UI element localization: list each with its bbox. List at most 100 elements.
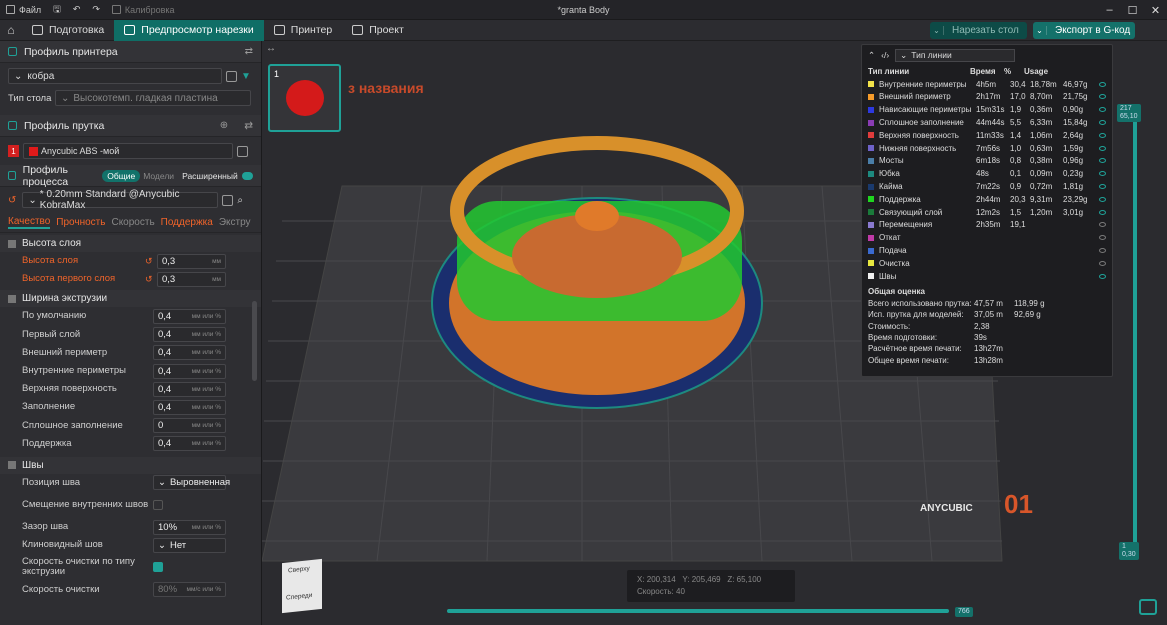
eye-icon[interactable] bbox=[1099, 222, 1106, 228]
process-preset-select[interactable]: ⌄ * 0.20mm Standard @Anycubic KobraMax bbox=[22, 189, 219, 211]
layer-slider-bottom[interactable]: 1 0,30 bbox=[1119, 542, 1139, 560]
eye-icon[interactable] bbox=[1099, 120, 1106, 126]
move-slider[interactable] bbox=[447, 609, 949, 613]
layers-icon[interactable] bbox=[1139, 599, 1157, 615]
layer-height-input[interactable]: 0,3 мм bbox=[157, 253, 226, 269]
view-cube-front[interactable]: Спереди bbox=[286, 592, 312, 602]
legend-row[interactable]: Очистка bbox=[862, 257, 1112, 270]
search-icon[interactable]: ⌕ bbox=[237, 195, 243, 206]
wipe-speed-checkbox[interactable] bbox=[153, 562, 163, 573]
subtab-extruder[interactable]: Экстру bbox=[219, 217, 251, 228]
home-icon[interactable]: ⌂ bbox=[0, 20, 22, 41]
redo-icon[interactable]: ↷ bbox=[86, 0, 106, 20]
legend-row[interactable]: Кайма 7m22s 0,9 0,72m 1,81g bbox=[862, 180, 1112, 193]
legend-row[interactable]: Юбка 48s 0,1 0,09m 0,23g bbox=[862, 167, 1112, 180]
wipe-speed-input[interactable]: 80% мм/с или % bbox=[153, 582, 226, 598]
width-infill-input[interactable]: 0,4 мм или % bbox=[153, 399, 226, 415]
eye-icon[interactable] bbox=[1099, 94, 1106, 100]
inner-seam-checkbox[interactable] bbox=[153, 500, 163, 511]
eye-icon[interactable] bbox=[1099, 209, 1106, 215]
legend-row[interactable]: Нависающие периметры 15m31s 1,9 0,36m 0,90g bbox=[862, 103, 1112, 116]
width-default-input[interactable]: 0,4 мм или % bbox=[153, 308, 226, 324]
first-layer-height-input[interactable]: 0,3 мм bbox=[157, 271, 226, 287]
legend-row[interactable]: Внутренние периметры 4h5m 30,4 18,78m 46,97g bbox=[862, 78, 1112, 91]
layer-slider-top[interactable]: 217 65,10 bbox=[1117, 104, 1141, 122]
reset-icon[interactable]: ↺ bbox=[145, 274, 153, 285]
export-gcode-button[interactable]: ⌄ Экспорт в G-код bbox=[1033, 22, 1135, 39]
width-solid-infill-input[interactable]: 0 мм или % bbox=[153, 418, 226, 434]
plate-thumbnail[interactable]: 1 bbox=[268, 64, 341, 132]
mode-models-button[interactable]: Модели bbox=[143, 171, 174, 181]
legend-row[interactable]: Внешний периметр 2h17m 17,0 8,70m 21,75g bbox=[862, 91, 1112, 104]
legend-row[interactable]: Связующий слой 12m2s 1,5 1,20m 3,01g bbox=[862, 206, 1112, 219]
save-icon[interactable]: 🖫 bbox=[47, 0, 67, 20]
eye-icon[interactable] bbox=[1099, 145, 1106, 151]
settings-icon[interactable]: ⇄ bbox=[244, 120, 253, 132]
width-support-input[interactable]: 0,4 мм или % bbox=[153, 436, 226, 452]
subtab-quality[interactable]: Качество bbox=[8, 216, 51, 229]
settings-icon[interactable]: ⇄ bbox=[245, 46, 253, 57]
collapse-sidebar-icon[interactable]: ↔ bbox=[266, 43, 276, 54]
view-cube-top[interactable]: Сверху bbox=[288, 565, 310, 574]
edit-icon[interactable] bbox=[226, 70, 237, 82]
add-filament-icon[interactable]: ⊕ bbox=[220, 120, 228, 131]
line-type-select[interactable]: ⌄ Тип линии bbox=[895, 48, 1016, 62]
tab-printer[interactable]: Принтер bbox=[264, 20, 342, 41]
legend-row[interactable]: Откат bbox=[862, 231, 1112, 244]
close-icon[interactable]: ✕ bbox=[1144, 0, 1167, 20]
advanced-toggle[interactable] bbox=[241, 171, 253, 180]
legend-row[interactable]: Верхняя поверхность 11m33s 1,4 1,06m 2,64g bbox=[862, 129, 1112, 142]
legend-row[interactable]: Нижняя поверхность 7m56s 1,0 0,63m 1,59g bbox=[862, 142, 1112, 155]
tab-preview[interactable]: Предпросмотр нарезки bbox=[114, 19, 264, 41]
legend-row[interactable]: Швы bbox=[862, 270, 1112, 283]
plate-type-select[interactable]: ⌄ Высокотемп. гладкая пластина bbox=[55, 90, 251, 106]
seam-position-select[interactable]: ⌄ Выровненная bbox=[153, 475, 230, 491]
legend-row[interactable]: Мосты 6m18s 0,8 0,38m 0,96g bbox=[862, 155, 1112, 168]
eye-icon[interactable] bbox=[1099, 248, 1106, 254]
chevron-down-icon[interactable]: ⌄ bbox=[930, 26, 944, 35]
eye-icon[interactable] bbox=[1099, 81, 1106, 87]
eye-icon[interactable] bbox=[1099, 132, 1106, 138]
slice-button[interactable]: ⌄ Нарезать стол bbox=[930, 22, 1027, 39]
subtab-speed[interactable]: Скорость bbox=[111, 217, 154, 228]
maximize-icon[interactable]: ☐ bbox=[1121, 0, 1144, 20]
eye-icon[interactable] bbox=[1099, 196, 1106, 202]
tab-prepare[interactable]: Подготовка bbox=[22, 20, 114, 41]
legend-row[interactable]: Перемещения 2h35m 19,1 bbox=[862, 219, 1112, 232]
eye-icon[interactable] bbox=[1099, 184, 1106, 190]
scarf-seam-select[interactable]: ⌄ Нет bbox=[153, 537, 226, 553]
width-top-surface-input[interactable]: 0,4 мм или % bbox=[153, 381, 226, 397]
minimize-icon[interactable]: – bbox=[1098, 0, 1121, 20]
filament-select[interactable]: Anycubic ABS -мой bbox=[23, 143, 233, 159]
filter-icon[interactable]: ▼ bbox=[241, 71, 251, 82]
eye-icon[interactable] bbox=[1099, 273, 1106, 279]
seam-gap-input[interactable]: 10% мм или % bbox=[153, 519, 226, 535]
subtab-support[interactable]: Поддержка bbox=[161, 217, 213, 228]
menu-file[interactable]: Файл bbox=[0, 0, 47, 20]
tab-project[interactable]: Проект bbox=[342, 20, 414, 41]
reset-icon[interactable]: ↺ bbox=[145, 256, 153, 267]
undo-icon[interactable]: ↶ bbox=[67, 0, 87, 20]
eye-icon[interactable] bbox=[1099, 107, 1106, 113]
legend-row[interactable]: Поддержка 2h44m 20,3 9,31m 23,29g bbox=[862, 193, 1112, 206]
chevron-down-icon[interactable]: ⌄ bbox=[1033, 26, 1047, 35]
layer-slider[interactable] bbox=[1133, 120, 1137, 545]
mode-general-button[interactable]: Общие bbox=[102, 169, 141, 182]
eye-icon[interactable] bbox=[1099, 158, 1106, 164]
width-first-layer-input[interactable]: 0,4 мм или % bbox=[153, 327, 226, 343]
width-inner-wall-input[interactable]: 0,4 мм или % bbox=[153, 363, 226, 379]
width-outer-wall-input[interactable]: 0,4 мм или % bbox=[153, 345, 226, 361]
view-cube[interactable]: Сверху Спереди bbox=[282, 558, 322, 614]
printer-select[interactable]: ⌄ кобра bbox=[8, 68, 222, 84]
collapse-icon[interactable]: ⌃ bbox=[868, 50, 875, 61]
reset-icon[interactable]: ↺ bbox=[8, 195, 16, 206]
eye-icon[interactable] bbox=[1099, 235, 1106, 241]
subtab-strength[interactable]: Прочность bbox=[56, 217, 105, 228]
eye-icon[interactable] bbox=[1099, 171, 1106, 177]
eye-icon[interactable] bbox=[1099, 260, 1106, 266]
save-icon[interactable] bbox=[222, 194, 234, 206]
edit-icon[interactable] bbox=[237, 145, 248, 157]
legend-row[interactable]: Сплошное заполнение 44m44s 5,5 6,33m 15,84g bbox=[862, 116, 1112, 129]
calibration-menu[interactable]: Калибровка bbox=[106, 0, 181, 20]
sidebar-scrollbar[interactable] bbox=[252, 301, 257, 381]
